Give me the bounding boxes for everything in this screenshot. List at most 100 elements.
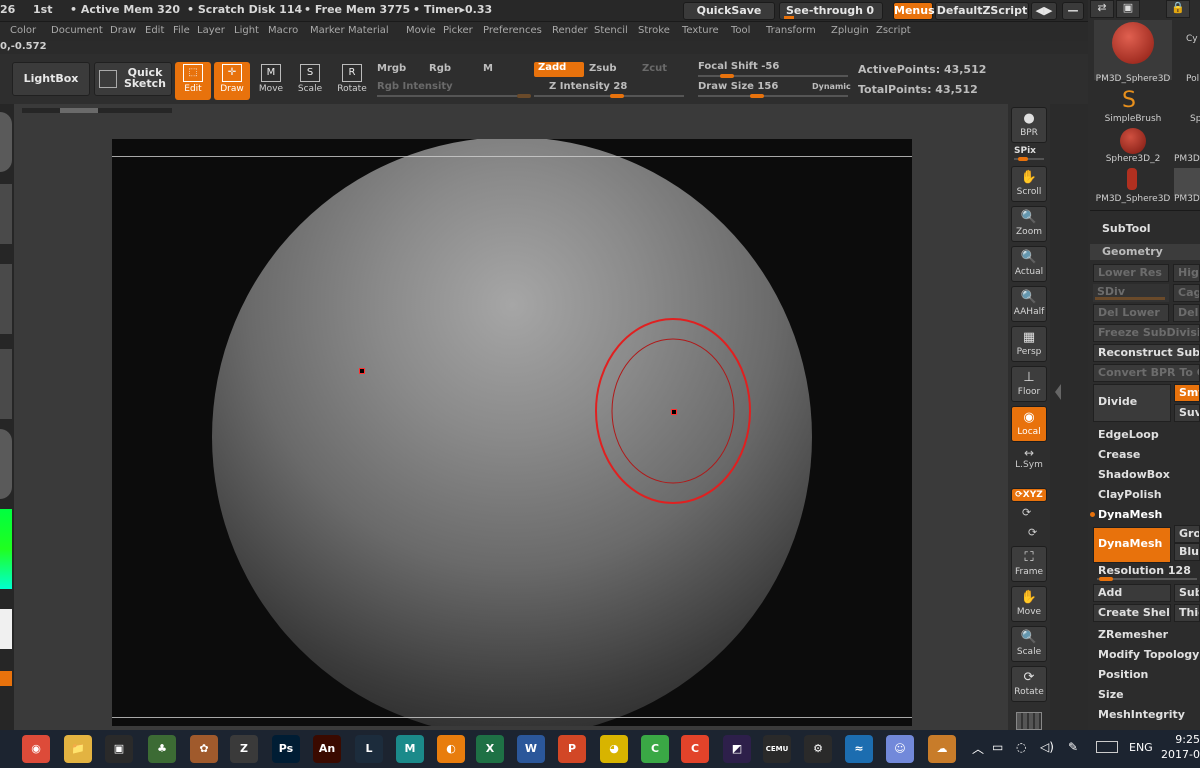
add-button[interactable]: Add xyxy=(1093,584,1171,602)
alpha-thumb[interactable] xyxy=(0,264,12,334)
color-picker[interactable] xyxy=(0,509,12,589)
see-through-slider[interactable]: See-through 0 xyxy=(779,2,883,20)
quicksave-button[interactable]: QuickSave xyxy=(683,2,775,20)
claypolish-section[interactable]: ClayPolish xyxy=(1098,488,1162,501)
osu-icon[interactable]: ◕ xyxy=(600,735,628,763)
texture-thumb[interactable] xyxy=(0,349,12,419)
cemu-icon[interactable]: CEMU xyxy=(763,735,791,763)
menu-document[interactable]: Document xyxy=(51,25,103,36)
excel-icon[interactable]: X xyxy=(476,735,504,763)
draw-size-slider[interactable]: Draw Size 156 xyxy=(698,81,778,92)
position-section[interactable]: Position xyxy=(1098,668,1148,681)
clock[interactable]: 9:25 2017-0 xyxy=(1160,732,1200,762)
figure-thumb-icon[interactable] xyxy=(1127,168,1137,190)
game1-icon[interactable]: ♣ xyxy=(148,735,176,763)
suv-toggle[interactable]: Suv xyxy=(1174,404,1200,422)
menu-movie[interactable]: Movie xyxy=(406,25,436,36)
minimize-icon[interactable]: — xyxy=(1062,2,1084,20)
menu-material[interactable]: Material xyxy=(348,25,389,36)
tool-nav-icon[interactable]: ⇄ xyxy=(1090,0,1114,18)
msi-icon[interactable]: ⚙ xyxy=(804,735,832,763)
higher-res-button[interactable]: High xyxy=(1173,264,1200,282)
del-lower-button[interactable]: Del Lower xyxy=(1093,304,1169,322)
league-icon[interactable]: L xyxy=(355,735,383,763)
view-bpr-button[interactable]: ● BPR xyxy=(1011,107,1047,143)
menu-stroke[interactable]: Stroke xyxy=(638,25,670,36)
tool-thumb-label-4[interactable]: PM3D_Sphere3D xyxy=(1094,194,1172,204)
doc-scrollbar[interactable] xyxy=(22,108,172,113)
view-frame-button[interactable]: ⛶ Frame xyxy=(1011,546,1047,582)
zbrush-icon[interactable]: Z xyxy=(230,735,258,763)
menu-stencil[interactable]: Stencil xyxy=(594,25,628,36)
spix-slider[interactable]: SPix xyxy=(1014,146,1036,156)
view-rotate-button[interactable]: ⟳ Rotate xyxy=(1011,666,1047,702)
y-symmetry-icon[interactable]: ⟳ xyxy=(1022,506,1031,519)
menu-marker[interactable]: Marker xyxy=(310,25,345,36)
aftereffects-icon[interactable]: ◩ xyxy=(723,735,751,763)
onedrive-icon[interactable]: ☁ xyxy=(928,735,956,763)
media-icon[interactable]: ▣ xyxy=(105,735,133,763)
tool-thumb-label-1[interactable]: PM3D_Sphere3D xyxy=(1094,74,1172,84)
menu-light[interactable]: Light xyxy=(234,25,259,36)
view-actual-button[interactable]: 🔍 Actual xyxy=(1011,246,1047,282)
sphere3d-2-icon[interactable] xyxy=(1120,128,1146,154)
z-intensity-slider[interactable]: Z Intensity 28 xyxy=(549,81,627,92)
menu-transform[interactable]: Transform xyxy=(766,25,816,36)
tool-thumb-current[interactable] xyxy=(1094,20,1172,80)
quick-sketch-button[interactable]: Quick Sketch xyxy=(94,62,172,96)
freeze-subdivision-button[interactable]: Freeze SubDivision xyxy=(1093,324,1200,342)
view-move-button[interactable]: ✋ Move xyxy=(1011,586,1047,622)
menu-tool[interactable]: Tool xyxy=(731,25,750,36)
view-floor-button[interactable]: ⊥ Floor xyxy=(1011,366,1047,402)
menu-edit[interactable]: Edit xyxy=(145,25,164,36)
polyframe-icon[interactable] xyxy=(1016,712,1042,730)
create-shell-button[interactable]: Create Shell xyxy=(1093,604,1171,622)
menus-button[interactable]: Menus xyxy=(893,2,935,20)
panel-collapse-icon[interactable] xyxy=(1055,384,1061,400)
focal-shift-slider[interactable]: Focal Shift -56 xyxy=(698,61,779,72)
thickness-slider[interactable]: Thic xyxy=(1174,604,1200,622)
simplebrush-icon[interactable]: S xyxy=(1122,88,1136,113)
secondary-color-swatch[interactable] xyxy=(0,671,12,686)
view-local-button[interactable]: ◉ Local xyxy=(1011,406,1047,442)
resolution-slider[interactable]: Resolution 128 xyxy=(1098,564,1191,577)
blender-icon[interactable]: ◐ xyxy=(437,735,465,763)
tool-thumb-label-3[interactable]: Sphere3D_2 xyxy=(1094,154,1172,164)
scroll-arrows-icon[interactable]: ◀▶ xyxy=(1031,2,1057,20)
brush-thumb[interactable] xyxy=(0,112,12,172)
menu-render[interactable]: Render xyxy=(552,25,588,36)
sdiv-slider[interactable]: SDiv xyxy=(1093,284,1169,302)
shadowbox-section[interactable]: ShadowBox xyxy=(1098,468,1170,481)
modify-topology-section[interactable]: Modify Topology xyxy=(1098,648,1199,661)
rgb-button[interactable]: Rgb xyxy=(429,63,451,74)
m-button[interactable]: M xyxy=(483,63,493,74)
battery-icon[interactable]: ▭ xyxy=(992,740,1003,754)
side-thumb-2[interactable]: Pol xyxy=(1186,74,1199,84)
mrgb-button[interactable]: Mrgb xyxy=(377,63,406,74)
z-intensity-track[interactable] xyxy=(534,94,684,98)
geometry-header[interactable]: Geometry xyxy=(1090,244,1200,260)
tool-scale-button[interactable]: S Scale xyxy=(292,62,328,100)
material-thumb[interactable] xyxy=(0,429,12,499)
xyz-symmetry-button[interactable]: ⟳XYZ xyxy=(1011,488,1047,502)
menu-picker[interactable]: Picker xyxy=(443,25,473,36)
dynamesh-section[interactable]: DynaMesh xyxy=(1098,508,1162,521)
lock-icon[interactable]: 🔒 xyxy=(1166,0,1190,18)
tool-rotate-button[interactable]: R Rotate xyxy=(334,62,370,100)
main-color-swatch[interactable] xyxy=(0,609,12,649)
groups-toggle[interactable]: Grou xyxy=(1174,525,1200,543)
menu-draw[interactable]: Draw xyxy=(110,25,136,36)
pen-icon[interactable]: ✎ xyxy=(1068,740,1078,754)
lightbox-button[interactable]: LightBox xyxy=(12,62,90,96)
word-icon[interactable]: W xyxy=(517,735,545,763)
menu-texture[interactable]: Texture xyxy=(682,25,719,36)
camtasia-icon[interactable]: C xyxy=(641,735,669,763)
dynamic-toggle[interactable]: Dynamic xyxy=(812,82,851,91)
side-thumb-3[interactable]: Sp xyxy=(1190,114,1200,124)
z-symmetry-icon[interactable]: ⟳ xyxy=(1028,526,1037,539)
edgeloop-section[interactable]: EdgeLoop xyxy=(1098,428,1159,441)
zadd-button[interactable]: Zadd xyxy=(534,62,584,77)
view-zoom-button[interactable]: 🔍 Zoom xyxy=(1011,206,1047,242)
side-thumb-5[interactable]: PM3D xyxy=(1174,194,1200,204)
tool-grid-icon[interactable]: ▣ xyxy=(1116,0,1140,18)
